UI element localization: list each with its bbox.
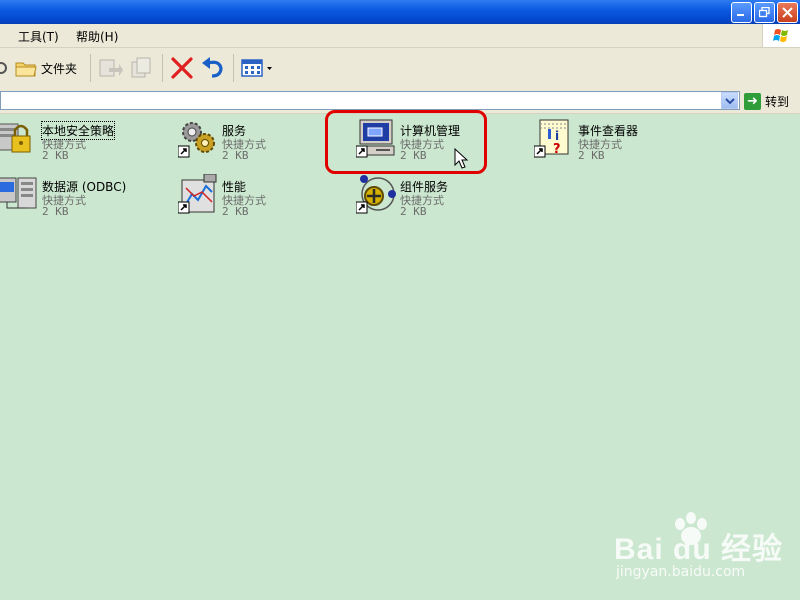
shortcut-component-services[interactable]: 组件服务 快捷方式 2 KB [356, 174, 526, 226]
undo-icon [202, 57, 223, 78]
item-size: 2 KB [222, 205, 249, 218]
minimize-icon [737, 14, 744, 16]
svg-text:i: i [555, 129, 559, 143]
watermark-brand: Bai du 经验 [614, 533, 784, 566]
delete-button[interactable] [170, 56, 194, 80]
item-size: 2 KB [42, 149, 69, 162]
folders-button[interactable]: 文件夹 [14, 56, 77, 80]
menu-bar: 工具(T) 帮助(H) [0, 24, 800, 48]
toolbar-separator [90, 54, 91, 82]
event-viewer-icon: i ? [534, 119, 569, 158]
move-to-button[interactable] [97, 56, 123, 80]
chevron-down-icon [724, 97, 735, 104]
title-bar [0, 0, 800, 24]
address-dropdown-button[interactable] [721, 92, 738, 109]
windows-flag-icon [773, 29, 788, 42]
restore-button[interactable] [754, 2, 775, 23]
toolbar-separator [233, 54, 234, 82]
toolbar-separator [162, 54, 163, 82]
shortcut-services[interactable]: 服务 快捷方式 2 KB [178, 118, 348, 170]
windows-logo [762, 24, 800, 47]
item-size: 2 KB [578, 149, 605, 162]
close-button[interactable] [777, 2, 798, 23]
shortcut-odbc-data-source[interactable]: 数据源 (ODBC) 快捷方式 2 KB [0, 174, 168, 226]
mouse-cursor-icon [454, 148, 469, 169]
services-icon [178, 122, 215, 158]
delete-icon [171, 57, 193, 79]
watermark-url: jingyan.baidu.com [616, 564, 746, 580]
item-size: 2 KB [400, 205, 427, 218]
folder-icon [15, 62, 37, 77]
shortcut-performance[interactable]: 性能 快捷方式 2 KB [178, 174, 348, 226]
goto-button[interactable]: ➜ 转到 [744, 92, 789, 110]
search-button-partial[interactable] [0, 56, 8, 80]
local-security-policy-icon [0, 123, 31, 153]
svg-text:?: ? [553, 142, 561, 157]
odbc-data-source-icon [0, 177, 37, 209]
menu-help[interactable]: 帮助(H) [76, 28, 118, 45]
move-to-icon [99, 59, 123, 77]
item-size: 2 KB [222, 149, 249, 162]
item-size: 2 KB [42, 205, 69, 218]
minimize-button[interactable] [731, 2, 752, 23]
baidu-watermark: Bai du 经验 jingyan.baidu.com [612, 512, 792, 587]
goto-label: 转到 [765, 94, 790, 109]
undo-button[interactable] [200, 56, 226, 80]
close-icon [782, 7, 793, 18]
folders-label: 文件夹 [41, 61, 78, 76]
views-button[interactable] [240, 56, 273, 80]
copy-to-icon [131, 57, 151, 78]
go-arrow-icon: ➜ [744, 92, 761, 110]
views-grid-icon [241, 59, 263, 77]
copy-to-button[interactable] [129, 56, 155, 80]
address-input[interactable] [0, 91, 740, 110]
performance-icon [178, 174, 217, 214]
shortcut-event-viewer[interactable]: i ? 事件查看器 快捷方式 2 KB [534, 118, 704, 170]
chevron-down-icon [267, 67, 272, 70]
restore-icon [759, 7, 770, 18]
search-icon [0, 62, 7, 74]
shortcut-local-security-policy[interactable]: 本地安全策略 快捷方式 2 KB [0, 118, 168, 170]
menu-tools[interactable]: 工具(T) [18, 28, 59, 45]
toolbar: 文件夹 [0, 48, 800, 90]
component-services-icon [356, 175, 396, 214]
